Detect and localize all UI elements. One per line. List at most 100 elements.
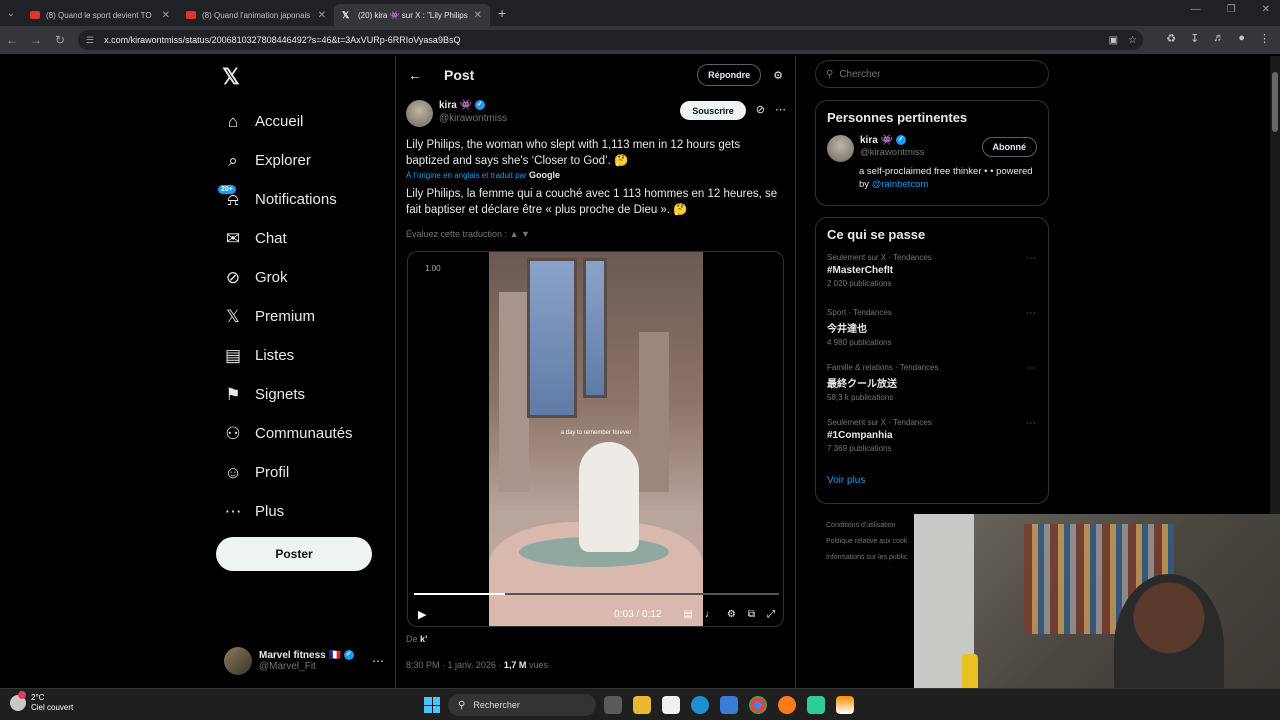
source-line: De k’ — [406, 634, 428, 644]
download-icon[interactable]: ↧ — [1190, 32, 1199, 45]
back-icon[interactable]: ← — [0, 33, 24, 47]
edge-icon[interactable] — [691, 696, 709, 714]
browser-menu-icon[interactable]: ⋮ — [1259, 32, 1270, 45]
file-explorer-icon[interactable] — [633, 696, 651, 714]
minimize-icon[interactable]: — — [1191, 4, 1201, 15]
profile-avatar-icon[interactable]: ● — [1238, 32, 1245, 45]
fullscreen-icon[interactable]: ⤢ — [767, 609, 775, 620]
nav-item-profil[interactable]: ☺ Profil — [222, 453, 353, 492]
nav-item-plus[interactable]: ⋯ Plus — [222, 492, 353, 531]
subscribe-button[interactable]: Souscrire — [680, 101, 746, 120]
trend-count: 4 980 publications — [827, 338, 892, 347]
author-handle[interactable]: @kirawontmiss — [439, 113, 507, 124]
avatar[interactable] — [406, 100, 433, 127]
avatar[interactable] — [827, 135, 854, 162]
more-icon[interactable]: ⋯ — [1026, 253, 1036, 264]
back-arrow-icon[interactable]: ← — [408, 67, 422, 83]
grok-icon[interactable]: ⊘ — [756, 103, 765, 116]
install-app-icon[interactable]: ▣ — [1109, 35, 1118, 46]
nav-item-chat[interactable]: ✉ Chat — [222, 219, 353, 258]
video-progress-bar[interactable] — [414, 593, 779, 595]
relevant-person[interactable]: kira 👾 ✓ @kirawontmiss Abonné — [816, 125, 1048, 162]
bio-link[interactable]: @rainbetcom — [872, 179, 929, 190]
media-icon[interactable]: ♬ — [1213, 32, 1224, 45]
nav-item-listes[interactable]: ▤ Listes — [222, 336, 353, 375]
footer-link-cookies[interactable]: Politique relative aux cook — [826, 534, 907, 550]
task-view-icon[interactable] — [604, 696, 622, 714]
nav-item-explorer[interactable]: ⌕ Explorer — [222, 141, 353, 180]
pip-icon[interactable]: ⧉ — [748, 609, 755, 620]
thumbs-down-icon[interactable]: ▼ — [521, 229, 530, 239]
store-icon[interactable] — [720, 696, 738, 714]
source-value[interactable]: k’ — [420, 634, 428, 644]
close-tab-icon[interactable]: ✕ — [474, 10, 482, 21]
extensions-icon[interactable]: ♻ — [1166, 32, 1176, 45]
tab-search-icon[interactable]: ⌄ — [0, 0, 22, 26]
search-placeholder: Chercher — [839, 68, 881, 80]
new-tab-icon[interactable]: + — [498, 5, 506, 21]
close-tab-icon[interactable]: ✕ — [318, 10, 326, 21]
more-icon[interactable]: ⋯ — [775, 103, 786, 116]
url-bar[interactable]: ☰ x.com/kirawontmiss/status/200681032780… — [78, 30, 1143, 50]
post-timestamp[interactable]: 8:30 PM · 1 janv. 2026 · — [406, 660, 501, 670]
trend-item[interactable]: Seulement sur X · Tendances #MasterChefI… — [816, 251, 1048, 306]
search-input[interactable]: ⚲ Chercher — [815, 60, 1049, 88]
verified-badge-icon: ✓ — [474, 100, 485, 111]
see-more-link[interactable]: Voir plus — [816, 471, 1048, 486]
playback-speed: 1.00 — [425, 264, 441, 273]
more-icon[interactable]: ⋯ — [1026, 418, 1036, 429]
chrome-icon[interactable] — [749, 696, 767, 714]
close-tab-icon[interactable]: ✕ — [162, 10, 170, 21]
bookmark-star-icon[interactable]: ☆ — [1128, 35, 1137, 46]
firefox-icon[interactable] — [778, 696, 796, 714]
window-controls: — ❐ ✕ — [1191, 4, 1270, 15]
nav-item-notifications[interactable]: ⍾ 20+ Notifications — [218, 180, 353, 219]
more-icon[interactable]: ⋯ — [372, 654, 384, 668]
nav-item-premium[interactable]: 𝕏 Premium — [222, 297, 353, 336]
reply-button[interactable]: Répondre — [697, 64, 762, 86]
trend-item[interactable]: Seulement sur X · Tendances #1Companhia … — [816, 416, 1048, 471]
post-button[interactable]: Poster — [216, 537, 372, 571]
post-text-translated: Lily Philips, la femme qui a couché avec… — [406, 188, 778, 216]
restore-icon[interactable]: ❐ — [1227, 4, 1236, 15]
nav-item-accueil[interactable]: ⌂ Accueil — [222, 102, 353, 141]
windows-start-icon[interactable] — [424, 697, 440, 713]
more-icon[interactable]: ⋯ — [1026, 363, 1036, 374]
notepad-icon[interactable] — [662, 696, 680, 714]
windows-taskbar: 2°C Ciel couvert ⚲ Rechercher — [0, 688, 1280, 720]
translation-label[interactable]: À l'origine en anglais et traduit par — [406, 171, 527, 180]
author-name[interactable]: kira 👾 — [439, 100, 472, 111]
footer-link-ads-info[interactable]: Informations sur les public — [826, 550, 907, 566]
taskbar-search[interactable]: ⚲ Rechercher — [448, 694, 596, 716]
sliders-icon[interactable]: ⚙ — [773, 69, 783, 82]
forward-icon[interactable]: → — [24, 33, 48, 47]
reload-icon[interactable]: ↻ — [48, 33, 72, 47]
video-player[interactable]: 1.00 a day to remember forever ▶ 0:03 / … — [407, 251, 784, 627]
captions-icon[interactable]: ▤ — [683, 609, 692, 620]
account-switcher[interactable]: Marvel fitness 🇫🇷 ✓ @Marvel_Fit ⋯ — [224, 643, 384, 679]
close-window-icon[interactable]: ✕ — [1262, 4, 1270, 15]
vlc-icon[interactable] — [836, 696, 854, 714]
nav-item-communautes[interactable]: ⚇ Communautés — [222, 414, 352, 453]
site-info-icon[interactable]: ☰ — [86, 35, 94, 46]
browser-tab-1[interactable]: (8) Quand le sport devient TO ✕ — [22, 4, 178, 26]
scrollbar-thumb[interactable] — [1272, 72, 1278, 132]
settings-icon[interactable]: ⚙ — [727, 609, 736, 620]
trend-item[interactable]: Sport · Tendances 今井達也 4 980 publication… — [816, 306, 1048, 361]
app-icon[interactable] — [807, 696, 825, 714]
footer-links: Conditions d'utilisation Politique relat… — [826, 518, 907, 566]
thumbs-up-icon[interactable]: ▲ — [510, 229, 519, 239]
x-logo-icon[interactable]: 𝕏 — [222, 64, 240, 90]
nav-item-grok[interactable]: ⊘ Grok — [222, 258, 353, 297]
nav-item-signets[interactable]: ⚑ Signets — [222, 375, 353, 414]
volume-icon[interactable]: ♩ — [705, 609, 715, 620]
video-frame[interactable]: a day to remember forever — [489, 252, 703, 626]
following-button[interactable]: Abonné — [981, 137, 1037, 157]
browser-tab-2[interactable]: (8) Quand l'animation japonais ✕ — [178, 4, 334, 26]
trend-item[interactable]: Famille & relations · Tendances 最終クール放送 … — [816, 361, 1048, 416]
browser-tab-3[interactable]: 𝕏 (20) kira 👾 sur X : "Lily Philips ✕ — [334, 4, 490, 26]
weather-widget[interactable]: 2°C Ciel couvert — [10, 691, 73, 713]
more-icon[interactable]: ⋯ — [1026, 308, 1036, 319]
play-icon[interactable]: ▶ — [418, 608, 426, 621]
footer-link-terms[interactable]: Conditions d'utilisation — [826, 518, 907, 534]
